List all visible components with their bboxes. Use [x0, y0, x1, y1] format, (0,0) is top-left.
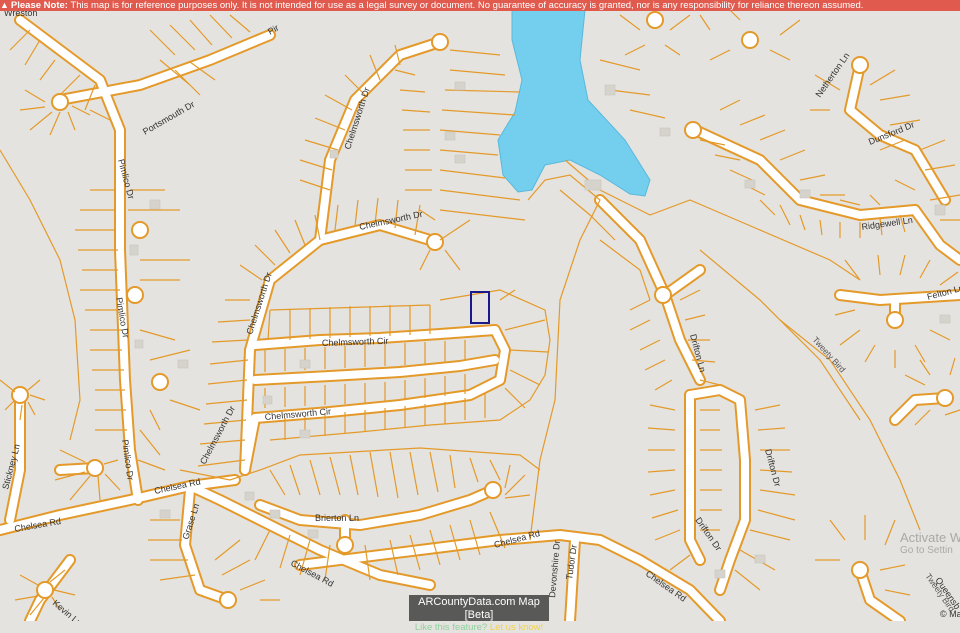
activation-watermark: Activate W Go to Settin — [900, 530, 960, 556]
feedback-prompt: Like this feature? — [414, 622, 488, 633]
feedback-link[interactable]: Let us know! — [490, 622, 543, 633]
map-badge: ARCountyData.com Map [Beta] Like this fe… — [409, 595, 549, 633]
banner-text: This map is for reference purposes only.… — [70, 0, 864, 11]
banner: ▲ Please Note: This map is for reference … — [0, 0, 960, 11]
banner-heading: Please Note: — [10, 0, 68, 11]
street-label: Brierton Ln — [315, 513, 359, 523]
warning-icon: ▲ — [0, 0, 9, 10]
badge-feedback: Like this feature? Let us know! — [409, 622, 549, 633]
activation-line-1: Activate W — [900, 530, 960, 545]
parcel-map[interactable]: Wreston Portsmouth Dr Pimlico Dr Pimlico… — [0, 0, 960, 621]
activation-line-2: Go to Settin — [900, 545, 953, 556]
map-copyright: © Ma — [940, 609, 960, 619]
badge-title: ARCountyData.com Map [Beta] — [418, 596, 540, 621]
